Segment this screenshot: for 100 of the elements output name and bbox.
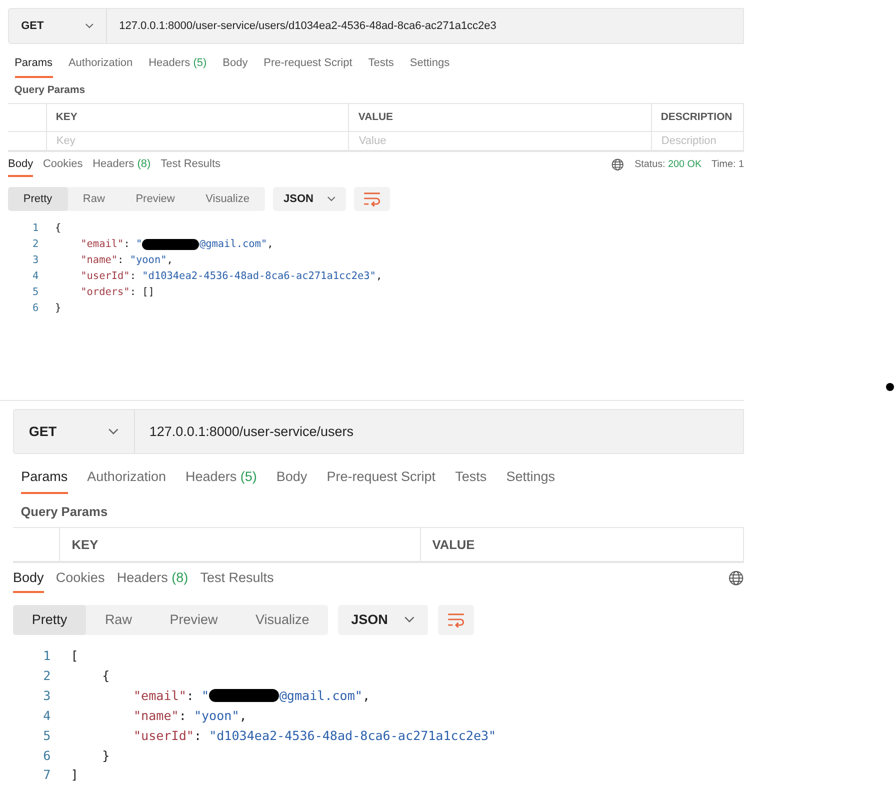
response-tab[interactable]: Cookies <box>56 562 105 593</box>
line-number: 1 <box>32 222 39 234</box>
json-punctuation: , <box>362 688 370 704</box>
response-tab[interactable]: Headers (8) <box>92 152 151 177</box>
json-key: "email" <box>134 688 186 704</box>
wrap-lines-button[interactable] <box>354 186 390 211</box>
section-title: Query Params <box>13 84 86 98</box>
request-tab[interactable]: Tests <box>368 50 394 78</box>
json-string: " <box>136 238 142 250</box>
view-mode-tab[interactable]: Preview <box>150 604 237 635</box>
request-tab[interactable]: Params <box>21 462 68 494</box>
json-punctuation: , <box>376 271 382 282</box>
url-field[interactable]: 127.0.0.1:8000/user-service/users/d1034ea2-4536-48ad-8ca6-ac271a1cc2e3 <box>107 8 744 44</box>
response-tab[interactable]: Headers (8) <box>116 562 188 593</box>
json-key: "email" <box>80 238 124 250</box>
table-input-field[interactable]: Value <box>358 132 641 150</box>
response-tab[interactable]: Test Results <box>160 152 221 177</box>
method-dropdown[interactable]: GET <box>13 409 134 454</box>
json-key: "orders" <box>80 287 130 298</box>
view-mode-tab[interactable]: Raw <box>68 186 120 211</box>
table-input-field[interactable]: Description <box>661 132 734 150</box>
view-mode-tab[interactable]: Visualize <box>190 186 265 211</box>
wrap-lines-button[interactable] <box>438 604 474 635</box>
json-key: "userId" <box>80 271 130 282</box>
method-dropdown[interactable]: GET <box>8 8 107 44</box>
view-mode-tab[interactable]: Visualize <box>236 604 328 635</box>
url-field[interactable]: 127.0.0.1:8000/user-service/users <box>134 409 744 454</box>
line-number: 1 <box>42 648 51 664</box>
json-punctuation: : <box>130 287 136 298</box>
response-tab[interactable]: Test Results <box>200 562 274 593</box>
json-punctuation: : <box>178 708 186 723</box>
json-punctuation: } <box>55 303 62 314</box>
json-key: "userId" <box>134 728 194 743</box>
response-tab[interactable]: Body <box>8 152 34 177</box>
status-text: Status: 200 OK <box>634 159 702 170</box>
request-tab[interactable]: Authorization <box>68 50 133 78</box>
json-string: "d1034ea2-4536-48ad-8ca6-ac271a1cc2e3" <box>142 271 376 282</box>
json-punctuation: [] <box>142 287 154 298</box>
json-punctuation: , <box>239 708 247 723</box>
chevron-down-icon <box>404 616 415 624</box>
response-tab[interactable]: Body <box>13 562 44 593</box>
request-tab[interactable]: Pre-request Script <box>326 462 436 494</box>
line-number: 6 <box>42 748 51 763</box>
json-punctuation: [ <box>70 648 78 664</box>
table-input-field[interactable]: Key <box>56 132 338 150</box>
json-string: "yoon" <box>130 254 167 266</box>
view-mode-tab[interactable]: Raw <box>86 604 151 635</box>
json-string: "yoon" <box>194 708 240 723</box>
format-dropdown[interactable]: JSON <box>338 604 428 635</box>
request-tab[interactable]: Authorization <box>87 462 166 494</box>
request-tab[interactable]: Body <box>222 50 248 78</box>
line-number: 2 <box>42 668 51 684</box>
json-punctuation: , <box>166 254 173 266</box>
format-dropdown[interactable]: JSON <box>272 186 346 211</box>
view-mode-tab[interactable]: Preview <box>120 186 190 211</box>
column-header: VALUE <box>358 112 393 123</box>
json-key: "name" <box>134 708 179 723</box>
request-tab[interactable]: Settings <box>506 462 555 494</box>
view-mode-tab[interactable]: Pretty <box>13 604 86 635</box>
column-header: KEY <box>56 112 78 123</box>
line-number: 5 <box>42 728 51 743</box>
column-header: KEY <box>72 536 98 552</box>
json-string: @gmail.com" <box>199 238 268 250</box>
request-tab[interactable]: Tests <box>455 462 487 494</box>
globe-icon[interactable] <box>611 158 625 172</box>
chevron-down-icon <box>326 196 336 202</box>
line-number: 3 <box>32 254 39 266</box>
json-punctuation: : <box>124 238 130 250</box>
json-string: " <box>202 688 210 704</box>
json-punctuation: : <box>130 271 136 282</box>
line-number: 3 <box>42 688 51 704</box>
wrap-lines-icon <box>446 612 465 628</box>
json-punctuation: : <box>194 728 202 743</box>
json-punctuation: { <box>55 222 62 234</box>
column-header: DESCRIPTION <box>660 112 732 123</box>
json-punctuation: ] <box>70 767 78 782</box>
redaction-mark <box>142 238 200 250</box>
request-tab[interactable]: Headers (5) <box>186 462 257 494</box>
json-punctuation: , <box>267 238 274 250</box>
chevron-down-icon <box>108 428 119 435</box>
wrap-lines-icon <box>363 190 382 207</box>
json-punctuation: { <box>102 668 110 684</box>
chevron-down-icon <box>85 23 94 29</box>
line-number: 5 <box>32 287 39 298</box>
json-string: @gmail.com" <box>279 688 362 704</box>
column-header: VALUE <box>432 536 475 552</box>
request-tab[interactable]: Settings <box>410 50 450 78</box>
request-tab[interactable]: Params <box>14 50 52 78</box>
request-tab[interactable]: Pre-request Script <box>264 50 352 78</box>
globe-icon[interactable] <box>728 570 744 586</box>
json-punctuation: : <box>186 688 194 704</box>
json-punctuation: : <box>118 254 124 266</box>
view-mode-tab[interactable]: Pretty <box>8 186 68 211</box>
json-string: "d1034ea2-4536-48ad-8ca6-ac271a1cc2e3" <box>209 728 496 743</box>
line-number: 4 <box>42 708 51 723</box>
response-tab[interactable]: Cookies <box>42 152 83 177</box>
time-text: Time: 1 <box>711 159 744 170</box>
request-tab[interactable]: Headers (5) <box>148 50 207 78</box>
json-key: "name" <box>80 254 118 266</box>
request-tab[interactable]: Body <box>276 462 308 494</box>
